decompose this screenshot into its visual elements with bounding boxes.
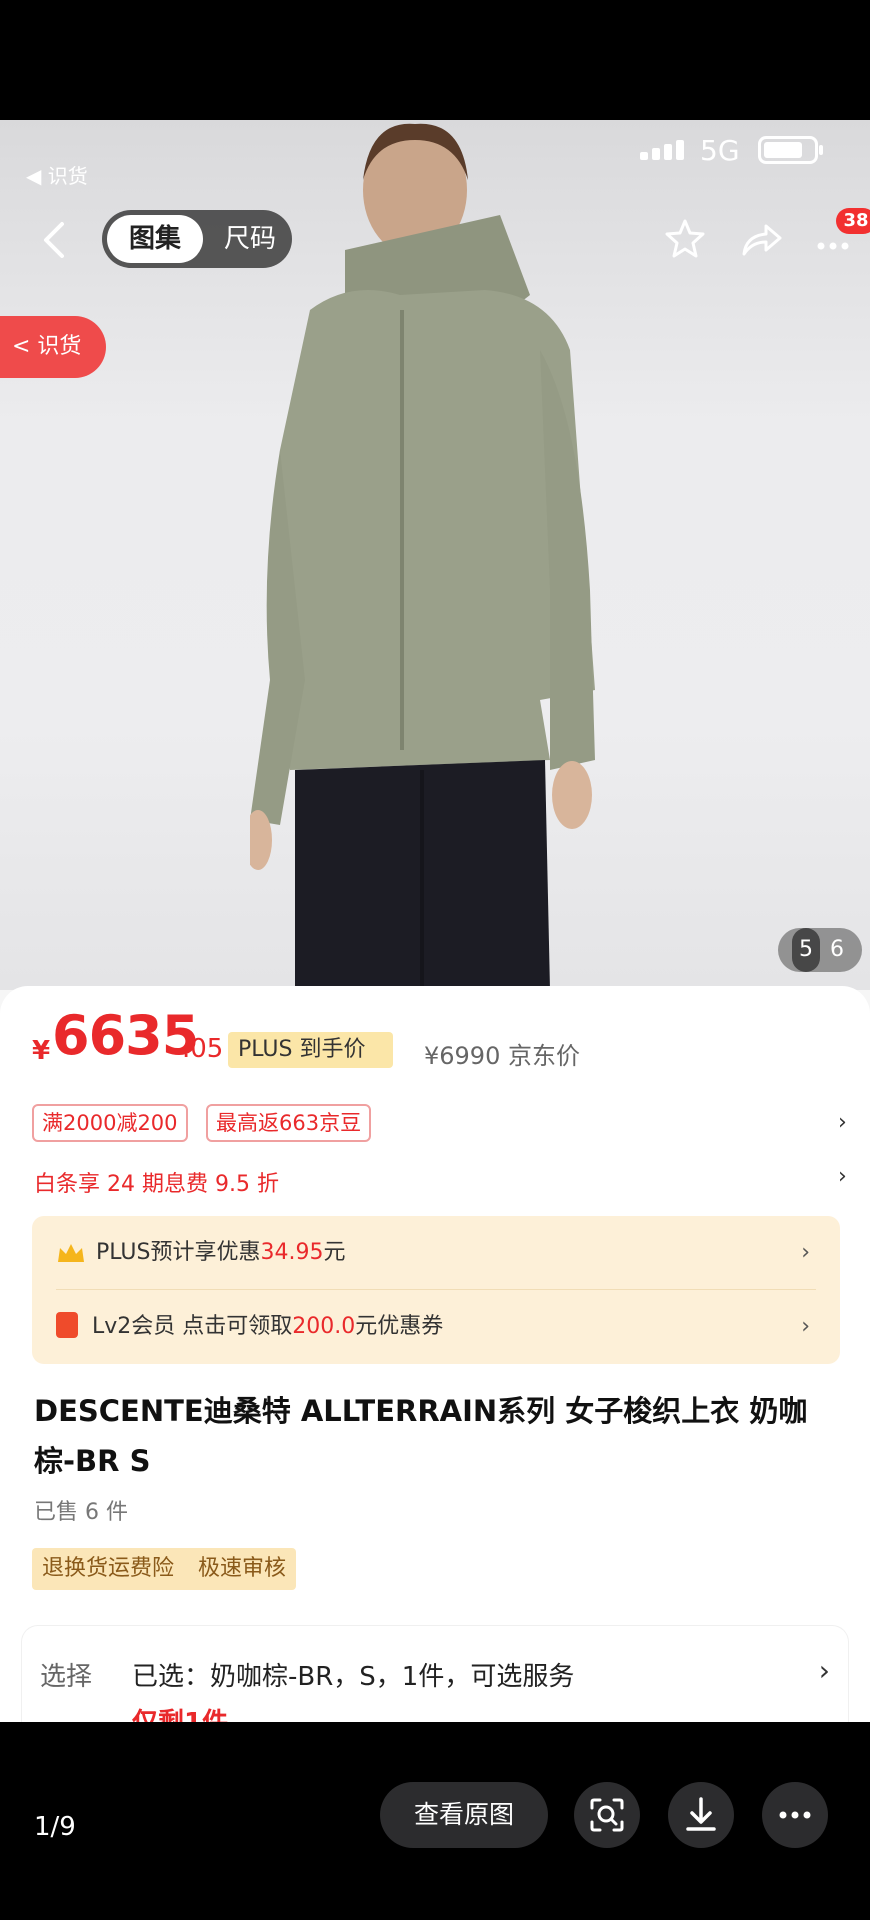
download-button[interactable] bbox=[668, 1782, 734, 1848]
network-type: 5G bbox=[700, 134, 740, 167]
service-tag: 退换货运费险 bbox=[42, 1556, 175, 1581]
jd-price: ¥6990 京东价 bbox=[424, 1042, 580, 1070]
plus-discount-label: PLUS预计享优惠 bbox=[96, 1240, 261, 1265]
chevron-right-icon: › bbox=[818, 1654, 830, 1687]
member-coupon-amount: 200.0 bbox=[292, 1314, 356, 1339]
more-icon bbox=[779, 1811, 811, 1819]
identify-button[interactable]: < 识货 bbox=[0, 316, 106, 378]
view-original-button[interactable]: 查看原图 bbox=[380, 1782, 548, 1848]
image-counter: 1/9 bbox=[34, 1812, 76, 1842]
current-image-index: 5 bbox=[792, 928, 820, 972]
spec-selection-card[interactable]: 选择 已选：奶咖棕-BR，S，1件，可选服务 仅剩1件 › bbox=[22, 1626, 848, 1722]
image-page-indicator: 5 6 bbox=[778, 928, 862, 972]
status-bar: ◀ 识货 5G bbox=[0, 120, 870, 188]
plus-discount-amount: 34.95 bbox=[260, 1240, 324, 1265]
selection-value: 已选：奶咖棕-BR，S，1件，可选服务 bbox=[132, 1662, 575, 1692]
watermark-line2: Search “NexTarrow” in Grailed app. bbox=[330, 1601, 684, 1625]
price-integer: 6635 bbox=[52, 1004, 199, 1067]
back-arrow-icon[interactable] bbox=[36, 218, 72, 262]
red-packet-icon bbox=[56, 1312, 78, 1338]
member-coupon-row[interactable]: Lv2会员 点击可领取200.0元优惠券 › bbox=[56, 1290, 816, 1364]
scan-search-icon bbox=[590, 1798, 624, 1832]
star-favorite-icon[interactable] bbox=[662, 216, 708, 262]
plus-discount-row[interactable]: PLUS预计享优惠34.95元 › bbox=[56, 1216, 816, 1290]
coupon-tag[interactable]: 最高返663京豆 bbox=[206, 1104, 372, 1142]
stock-warning: 仅剩1件 bbox=[132, 1702, 228, 1722]
chevron-right-icon: › bbox=[801, 1240, 810, 1265]
sold-count: 已售 6 件 bbox=[34, 1500, 128, 1525]
coupon-tag[interactable]: 满2000减200 bbox=[32, 1104, 188, 1142]
watermark-brand: NEXTARROW bbox=[515, 1572, 683, 1597]
battery-icon bbox=[758, 136, 823, 164]
plus-price-tag: PLUS 到手价 bbox=[228, 1032, 393, 1068]
product-screen: ◀ 识货 5G 图集 尺码 38 < 识货 5 6 ¥ 6635 .05 PLU… bbox=[0, 120, 870, 1722]
download-icon bbox=[686, 1797, 716, 1831]
more-options-button[interactable] bbox=[762, 1782, 828, 1848]
scan-search-button[interactable] bbox=[574, 1782, 640, 1848]
plus-discount-unit: 元 bbox=[323, 1240, 346, 1265]
price-decimal: .05 bbox=[182, 1034, 224, 1064]
viewer-bottom-bar: 1/9 查看原图 bbox=[0, 1722, 870, 1920]
back-to-app-label[interactable]: ◀ 识货 bbox=[26, 160, 88, 189]
watermark-line1: Original listing by bbox=[330, 1572, 506, 1596]
product-image[interactable]: ◀ 识货 5G 图集 尺码 38 < 识货 5 6 bbox=[0, 120, 870, 990]
tab-size[interactable]: 尺码 bbox=[214, 215, 286, 263]
chevron-right-icon[interactable]: › bbox=[838, 1164, 847, 1189]
share-icon[interactable] bbox=[738, 216, 784, 262]
service-tag: 极速审核 bbox=[198, 1556, 287, 1581]
product-title: DESCENTE迪桑特 ALLTERRAIN系列 女子梭织上衣 奶咖棕-BR S bbox=[34, 1394, 808, 1478]
model-jacket-image bbox=[250, 123, 595, 990]
selection-label: 选择 bbox=[40, 1662, 93, 1692]
watermark: Original listing by NEXTARROW Search “Nex… bbox=[330, 1570, 750, 1627]
member-coupon-label: Lv2会员 点击可领取 bbox=[92, 1314, 293, 1339]
chevron-right-icon: › bbox=[801, 1314, 810, 1339]
member-benefits-box: PLUS预计享优惠34.95元 › Lv2会员 点击可领取200.0元优惠券 › bbox=[32, 1216, 840, 1364]
notification-badge: 38 bbox=[836, 208, 870, 234]
baitiao-installment[interactable]: 白条享 24 期息费 9.5 折 bbox=[34, 1166, 279, 1198]
service-tags: 退换货运费险 极速审核 bbox=[32, 1548, 297, 1590]
signal-icon bbox=[640, 140, 684, 160]
crown-icon bbox=[58, 1244, 84, 1262]
total-images: 6 bbox=[830, 937, 844, 962]
gallery-size-switch: 图集 尺码 bbox=[102, 210, 292, 268]
chevron-right-icon[interactable]: › bbox=[838, 1110, 847, 1135]
tab-gallery[interactable]: 图集 bbox=[107, 215, 203, 263]
member-coupon-unit: 元优惠券 bbox=[355, 1314, 444, 1339]
currency-symbol: ¥ bbox=[32, 1036, 51, 1066]
